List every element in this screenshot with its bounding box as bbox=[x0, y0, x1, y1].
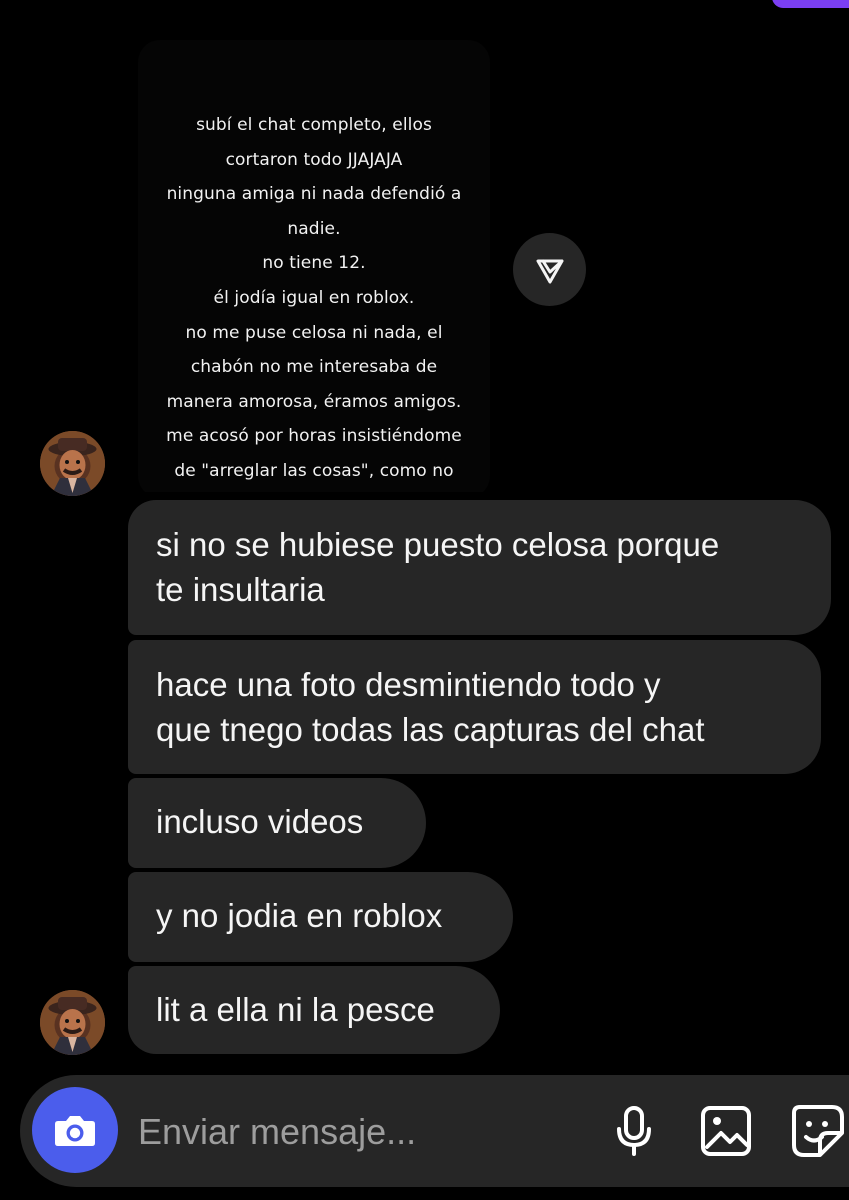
shared-post-line: no me puse celosa ni nada, el bbox=[185, 322, 443, 343]
shared-post-text: subí el chat completo, ellos cortaron to… bbox=[138, 108, 490, 498]
shared-post-line: manera amorosa, éramos amigos. bbox=[166, 391, 462, 412]
image-gallery-icon bbox=[701, 1106, 751, 1156]
user-avatar bbox=[40, 990, 105, 1055]
camera-icon bbox=[55, 1116, 95, 1146]
sticker-button[interactable] bbox=[788, 1101, 848, 1161]
message-input[interactable] bbox=[136, 1105, 580, 1159]
sender-avatar[interactable] bbox=[40, 431, 105, 496]
microphone-icon bbox=[617, 1106, 651, 1156]
gallery-button[interactable] bbox=[696, 1101, 756, 1161]
send-share-icon bbox=[536, 259, 563, 283]
share-button[interactable] bbox=[513, 233, 586, 306]
message-composer bbox=[20, 1075, 849, 1187]
shared-post-line: chabón no me interesaba de bbox=[190, 357, 438, 378]
message-bubble[interactable]: lit a ella ni la pesce bbox=[128, 966, 500, 1054]
sticker-icon bbox=[792, 1105, 844, 1157]
shared-post-line: cortaron todo JJAJAJA bbox=[225, 149, 403, 170]
camera-button[interactable] bbox=[32, 1087, 118, 1173]
user-avatar bbox=[40, 431, 105, 496]
voice-message-button[interactable] bbox=[604, 1101, 664, 1161]
message-bubble[interactable]: si no se hubiese puesto celosa porque te… bbox=[128, 500, 831, 635]
shared-post-line: no tiene 12. bbox=[262, 253, 366, 274]
shared-post-line: ninguna amiga ni nada defendió a bbox=[166, 184, 462, 205]
message-bubble[interactable]: y no jodia en roblox bbox=[128, 872, 513, 962]
outgoing-message-edge bbox=[772, 0, 849, 8]
post-crop-edge bbox=[138, 492, 490, 498]
shared-post-line: nadie. bbox=[287, 218, 341, 239]
shared-post-line: me acosó por horas insistiéndome bbox=[166, 426, 462, 447]
message-bubble[interactable]: hace una foto desmintiendo todo y que tn… bbox=[128, 640, 821, 774]
shared-post-line: de "arreglar las cosas", como no bbox=[174, 460, 454, 481]
message-bubble[interactable]: incluso videos bbox=[128, 778, 426, 868]
shared-post-line: subí el chat completo, ellos bbox=[196, 115, 432, 135]
shared-post-line: él jodía igual en roblox. bbox=[213, 287, 415, 308]
sender-avatar[interactable] bbox=[40, 990, 105, 1055]
shared-post-preview[interactable]: subí el chat completo, ellos cortaron to… bbox=[138, 40, 490, 498]
